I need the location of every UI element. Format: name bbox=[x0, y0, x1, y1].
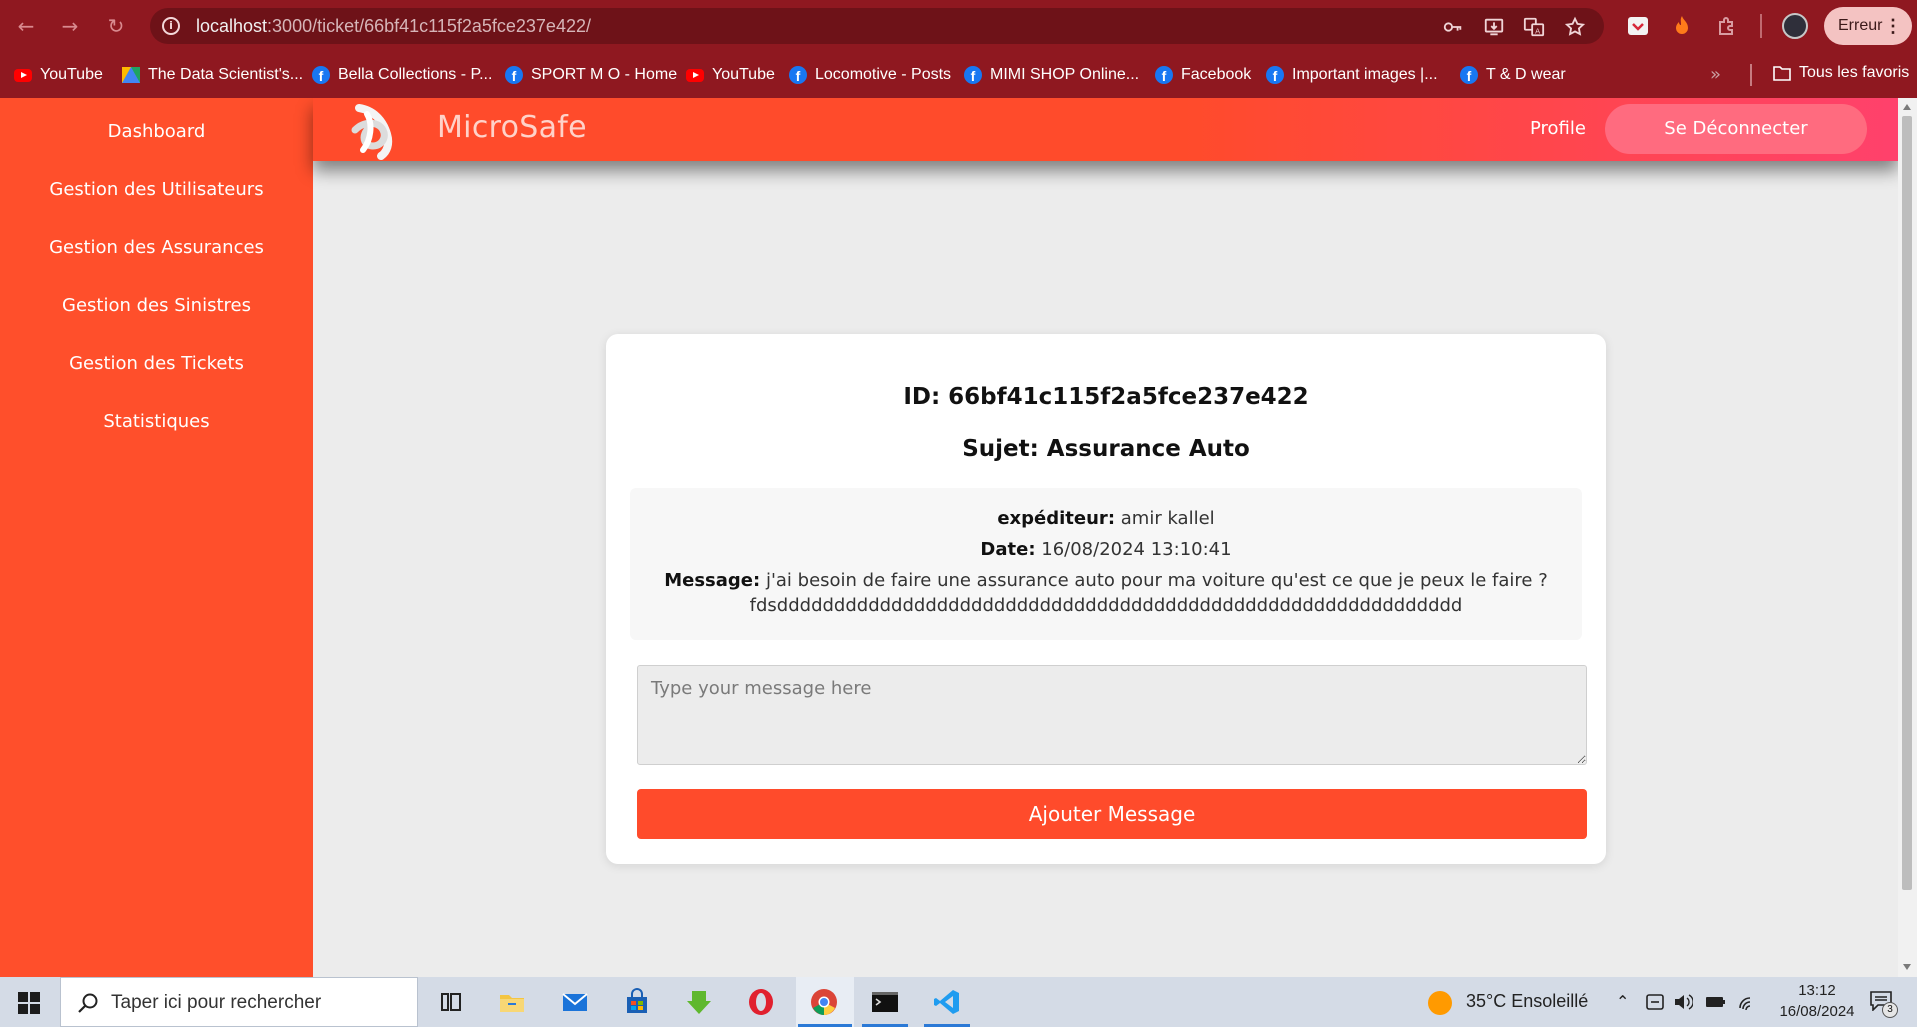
sidebar: Dashboard Gestion des Utilisateurs Gesti… bbox=[0, 98, 313, 977]
facebook-icon: f bbox=[789, 66, 807, 84]
message-line: Message: j'ai besoin de faire une assura… bbox=[664, 570, 1548, 591]
menu-dots-icon[interactable]: ⋮ bbox=[1884, 7, 1902, 45]
page-viewport: Dashboard Gestion des Utilisateurs Gesti… bbox=[0, 98, 1917, 977]
message-entry: expéditeur: amir kallel Date: 16/08/2024… bbox=[630, 488, 1582, 640]
bookmark-item[interactable]: The Data Scientist's... bbox=[122, 64, 303, 86]
taskbar-search[interactable]: Taper ici pour rechercher bbox=[60, 977, 418, 1027]
facebook-icon: f bbox=[505, 66, 523, 84]
extension-fire-icon[interactable] bbox=[1670, 14, 1694, 38]
youtube-icon bbox=[686, 68, 704, 82]
ticket-subject: Sujet: Assurance Auto bbox=[962, 436, 1250, 462]
install-app-icon[interactable] bbox=[1483, 16, 1505, 38]
task-view-icon[interactable] bbox=[436, 987, 466, 1017]
translate-icon[interactable]: A bbox=[1523, 16, 1545, 38]
app-header: MicroSafe Profile Se Déconnecter bbox=[313, 98, 1898, 161]
search-placeholder: Taper ici pour rechercher bbox=[111, 992, 322, 1013]
download-manager-icon[interactable] bbox=[684, 987, 714, 1017]
drive-icon bbox=[122, 67, 140, 83]
file-explorer-icon[interactable] bbox=[497, 987, 527, 1017]
weather-text[interactable]: 35°C Ensoleillé bbox=[1466, 991, 1588, 1012]
notification-badge: 3 bbox=[1882, 1002, 1898, 1018]
svg-text:A: A bbox=[1535, 26, 1540, 35]
profile-link[interactable]: Profile bbox=[1530, 118, 1586, 139]
battery-icon[interactable] bbox=[1705, 992, 1727, 1012]
bookmark-item[interactable]: YouTube bbox=[14, 64, 103, 86]
forward-arrow-icon[interactable]: → bbox=[58, 14, 82, 38]
facebook-icon: f bbox=[964, 66, 982, 84]
date-value: 16/08/2024 13:10:41 bbox=[1041, 539, 1232, 560]
facebook-icon: f bbox=[1460, 66, 1478, 84]
knot-logo-icon[interactable] bbox=[343, 100, 407, 160]
bookmark-star-icon[interactable] bbox=[1564, 16, 1586, 38]
add-message-button[interactable]: Ajouter Message bbox=[637, 789, 1587, 839]
facebook-icon: f bbox=[312, 66, 330, 84]
sender-value: amir kallel bbox=[1120, 508, 1215, 529]
sidebar-item-insurances[interactable]: Gestion des Assurances bbox=[0, 237, 313, 258]
pocket-icon[interactable] bbox=[1626, 14, 1650, 38]
windows-start-icon[interactable] bbox=[18, 992, 40, 1014]
back-arrow-icon[interactable]: ← bbox=[14, 14, 38, 38]
ticket-card: ID: 66bf41c115f2a5fce237e422 Sujet: Assu… bbox=[606, 334, 1606, 864]
date-line: Date: 16/08/2024 13:10:41 bbox=[980, 539, 1232, 560]
profile-avatar[interactable] bbox=[1782, 13, 1808, 39]
ticket-id: ID: 66bf41c115f2a5fce237e422 bbox=[903, 384, 1309, 410]
browser-toolbar: ← → ↻ i localhost:3000/ticket/66bf41c115… bbox=[0, 0, 1917, 52]
bookmark-item[interactable]: f MIMI SHOP Online... bbox=[964, 64, 1139, 86]
extensions-puzzle-icon[interactable] bbox=[1715, 14, 1739, 38]
reload-icon[interactable]: ↻ bbox=[104, 14, 128, 38]
address-bar[interactable]: i localhost:3000/ticket/66bf41c115f2a5fc… bbox=[150, 8, 1604, 44]
message-continuation: fdsddddddddddddddddddddddddddddddddddddd… bbox=[749, 595, 1463, 616]
url-text[interactable]: localhost:3000/ticket/66bf41c115f2a5fce2… bbox=[196, 16, 591, 37]
profile-error-button[interactable]: Erreur ⋮ bbox=[1824, 7, 1912, 45]
sidebar-item-statistics[interactable]: Statistiques bbox=[0, 411, 313, 432]
bookmark-item[interactable]: f Bella Collections - P... bbox=[312, 64, 492, 86]
brand-name[interactable]: MicroSafe bbox=[437, 110, 587, 145]
bookmarks-divider bbox=[1750, 64, 1752, 86]
speaker-icon[interactable] bbox=[1673, 992, 1693, 1012]
all-bookmarks-button[interactable]: Tous les favoris bbox=[1773, 64, 1909, 82]
folder-icon bbox=[1773, 66, 1791, 81]
bookmarks-bar: YouTube The Data Scientist's... f Bella C… bbox=[0, 52, 1917, 98]
reply-textarea[interactable] bbox=[637, 665, 1587, 765]
youtube-icon bbox=[14, 68, 32, 82]
sidebar-item-users[interactable]: Gestion des Utilisateurs bbox=[0, 179, 313, 200]
taskbar: Taper ici pour rechercher 35°C Ensoleill… bbox=[0, 977, 1917, 1027]
sidebar-item-claims[interactable]: Gestion des Sinistres bbox=[0, 295, 313, 316]
facebook-icon: f bbox=[1266, 66, 1284, 84]
bookmark-item[interactable]: fT & D wear bbox=[1460, 64, 1566, 86]
toolbar-divider bbox=[1760, 14, 1762, 38]
bookmark-item[interactable]: YouTube bbox=[686, 64, 775, 86]
network-storage-icon[interactable] bbox=[1645, 992, 1665, 1012]
scroll-down-icon[interactable] bbox=[1903, 964, 1911, 970]
sidebar-item-tickets[interactable]: Gestion des Tickets bbox=[0, 353, 313, 374]
mail-icon[interactable] bbox=[560, 987, 590, 1017]
vscode-icon[interactable] bbox=[932, 987, 962, 1017]
opera-icon[interactable] bbox=[746, 987, 776, 1017]
chevron-up-icon[interactable]: ⌃ bbox=[1616, 992, 1629, 1011]
wifi-icon[interactable] bbox=[1737, 992, 1759, 1012]
bookmark-item[interactable]: f Locomotive - Posts bbox=[789, 64, 951, 86]
store-icon[interactable] bbox=[622, 987, 652, 1017]
chrome-icon[interactable] bbox=[809, 987, 839, 1017]
chevron-more-icon[interactable]: » bbox=[1710, 64, 1721, 85]
message-value: j'ai besoin de faire une assurance auto … bbox=[765, 570, 1548, 591]
bookmark-item[interactable]: f Important images |... bbox=[1266, 64, 1438, 86]
bookmark-item[interactable]: f Facebook bbox=[1155, 64, 1251, 86]
clock-date[interactable]: 16/08/2024 bbox=[1768, 1003, 1866, 1020]
site-info-icon[interactable]: i bbox=[162, 17, 180, 35]
facebook-icon: f bbox=[1155, 66, 1173, 84]
sidebar-item-dashboard[interactable]: Dashboard bbox=[0, 121, 313, 142]
clock-time[interactable]: 13:12 bbox=[1772, 982, 1862, 999]
sun-icon[interactable] bbox=[1428, 991, 1452, 1015]
terminal-icon[interactable] bbox=[870, 987, 900, 1017]
bookmark-item[interactable]: f SPORT M O - Home bbox=[505, 64, 677, 86]
logout-button[interactable]: Se Déconnecter bbox=[1605, 104, 1867, 154]
scrollbar-thumb[interactable] bbox=[1902, 116, 1912, 890]
sender-line: expéditeur: amir kallel bbox=[997, 508, 1215, 529]
search-icon bbox=[78, 993, 98, 1013]
key-icon[interactable] bbox=[1442, 16, 1464, 38]
scroll-up-icon[interactable] bbox=[1903, 104, 1911, 110]
